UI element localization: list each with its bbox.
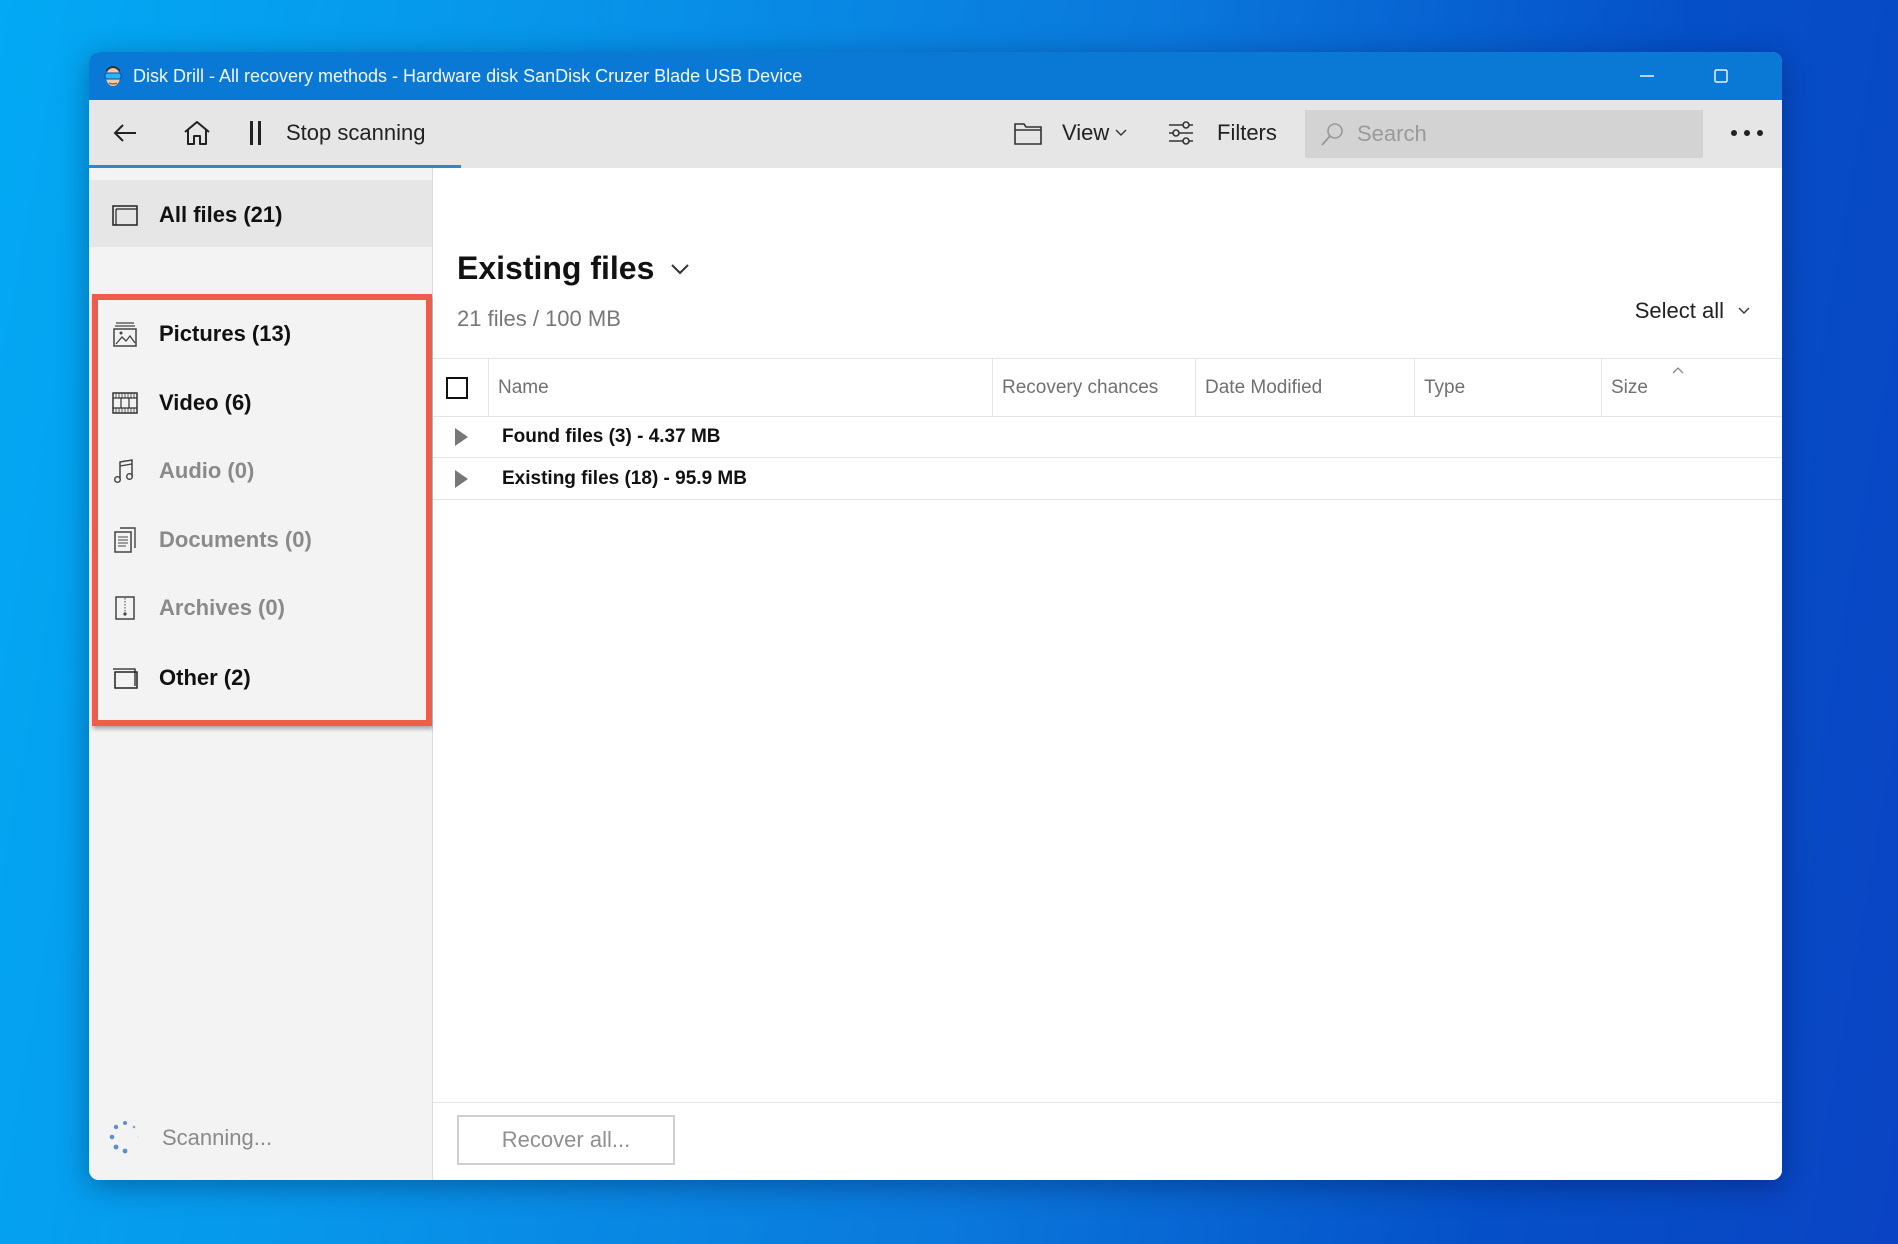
other-icon	[113, 668, 138, 689]
minimize-button[interactable]	[1611, 52, 1683, 100]
row-label: Existing files (18) - 95.9 MB	[502, 467, 747, 489]
expand-arrow-icon[interactable]	[455, 427, 468, 446]
home-button[interactable]	[175, 100, 219, 165]
scanning-label: Scanning...	[162, 1125, 273, 1150]
sidebar-item-label: Video (6)	[159, 390, 252, 415]
search-input[interactable]: Search	[1305, 110, 1703, 158]
column-date-modified[interactable]: Date Modified	[1195, 359, 1414, 416]
sidebar-item-label: Audio (0)	[159, 458, 255, 483]
back-arrow-icon	[113, 123, 136, 142]
maximize-button[interactable]	[1685, 52, 1757, 100]
scanning-status: Scanning...	[107, 1118, 272, 1158]
pictures-icon	[113, 322, 137, 347]
main-panel: Existing files 21 files / 100 MB Select …	[433, 168, 1782, 1180]
table-header: Name Recovery chances Date Modified Type…	[433, 358, 1782, 417]
home-icon	[184, 120, 210, 145]
loading-spinner-icon	[109, 1121, 139, 1154]
row-label: Found files (3) - 4.37 MB	[502, 425, 721, 447]
search-placeholder: Search	[1357, 121, 1427, 146]
toolbar: Stop scanning View Filters Search	[89, 100, 1782, 168]
view-menu-button[interactable]: View	[1014, 100, 1127, 165]
filters-label: Filters	[1217, 119, 1277, 145]
column-type[interactable]: Type	[1414, 359, 1601, 416]
app-window: Disk Drill - All recovery methods - Hard…	[89, 52, 1782, 1180]
view-label: View	[1062, 119, 1110, 145]
expand-arrow-icon[interactable]	[455, 469, 468, 488]
column-recovery-chances[interactable]: Recovery chances	[992, 359, 1195, 416]
video-icon	[112, 392, 138, 414]
more-options-button[interactable]	[1727, 100, 1767, 165]
documents-icon	[114, 527, 136, 553]
all-files-icon	[112, 205, 138, 226]
title-bar: Disk Drill - All recovery methods - Hard…	[89, 52, 1782, 100]
sidebar-item-video[interactable]: Video (6)	[89, 378, 432, 428]
filters-button[interactable]: Filters	[1167, 100, 1277, 165]
select-all-dropdown[interactable]: Select all	[1635, 298, 1750, 324]
sidebar-item-label: Archives (0)	[159, 595, 285, 620]
sidebar-item-label: Documents (0)	[159, 527, 312, 552]
sidebar-item-archives[interactable]: Archives (0)	[89, 583, 432, 633]
sidebar-item-pictures[interactable]: Pictures (13)	[89, 309, 432, 359]
pause-icon	[250, 120, 261, 145]
sidebar-item-label: All files (21)	[159, 202, 283, 227]
stop-scanning-button[interactable]: Stop scanning	[249, 100, 425, 165]
table-row[interactable]: Found files (3) - 4.37 MB	[433, 416, 1782, 458]
page-title: Existing files	[457, 250, 655, 286]
footer-bar: Recover all...	[433, 1102, 1782, 1180]
maximize-icon	[1714, 69, 1728, 83]
window-title: Disk Drill - All recovery methods - Hard…	[133, 65, 803, 86]
sidebar-item-label: Pictures (13)	[159, 321, 292, 346]
chevron-down-icon	[1115, 129, 1127, 136]
view-selector[interactable]: Existing files	[457, 250, 690, 287]
chevron-down-icon	[671, 263, 690, 274]
chevron-down-icon	[1738, 307, 1750, 314]
archives-icon	[115, 596, 135, 620]
back-button[interactable]	[103, 100, 147, 165]
sort-ascending-icon	[1672, 367, 1684, 374]
filters-icon	[1169, 120, 1193, 145]
more-dots-icon	[1731, 129, 1763, 136]
audio-icon	[114, 459, 133, 484]
select-all-checkbox[interactable]	[446, 377, 468, 399]
sidebar-item-documents[interactable]: Documents (0)	[89, 515, 432, 565]
recover-all-button[interactable]: Recover all...	[457, 1115, 675, 1165]
disk-drill-logo-icon	[103, 64, 123, 88]
search-icon	[1321, 123, 1343, 146]
stop-scanning-label: Stop scanning	[286, 119, 426, 145]
table-row[interactable]: Existing files (18) - 95.9 MB	[433, 458, 1782, 500]
sidebar-item-label: Other (2)	[159, 665, 251, 690]
sidebar-item-other[interactable]: Other (2)	[89, 653, 432, 703]
files-summary: 21 files / 100 MB	[457, 306, 621, 331]
folder-icon	[1014, 122, 1042, 145]
sidebar-item-audio[interactable]: Audio (0)	[89, 446, 432, 496]
close-button[interactable]	[1757, 52, 1782, 100]
minimize-icon	[1640, 75, 1654, 77]
select-all-label: Select all	[1634, 298, 1724, 323]
sidebar-item-all-files[interactable]: All files (21)	[89, 190, 432, 240]
column-name[interactable]: Name	[488, 359, 992, 416]
sidebar: All files (21) Pictures (13) Video (6) A…	[89, 168, 433, 1180]
column-size[interactable]: Size	[1601, 359, 1782, 416]
